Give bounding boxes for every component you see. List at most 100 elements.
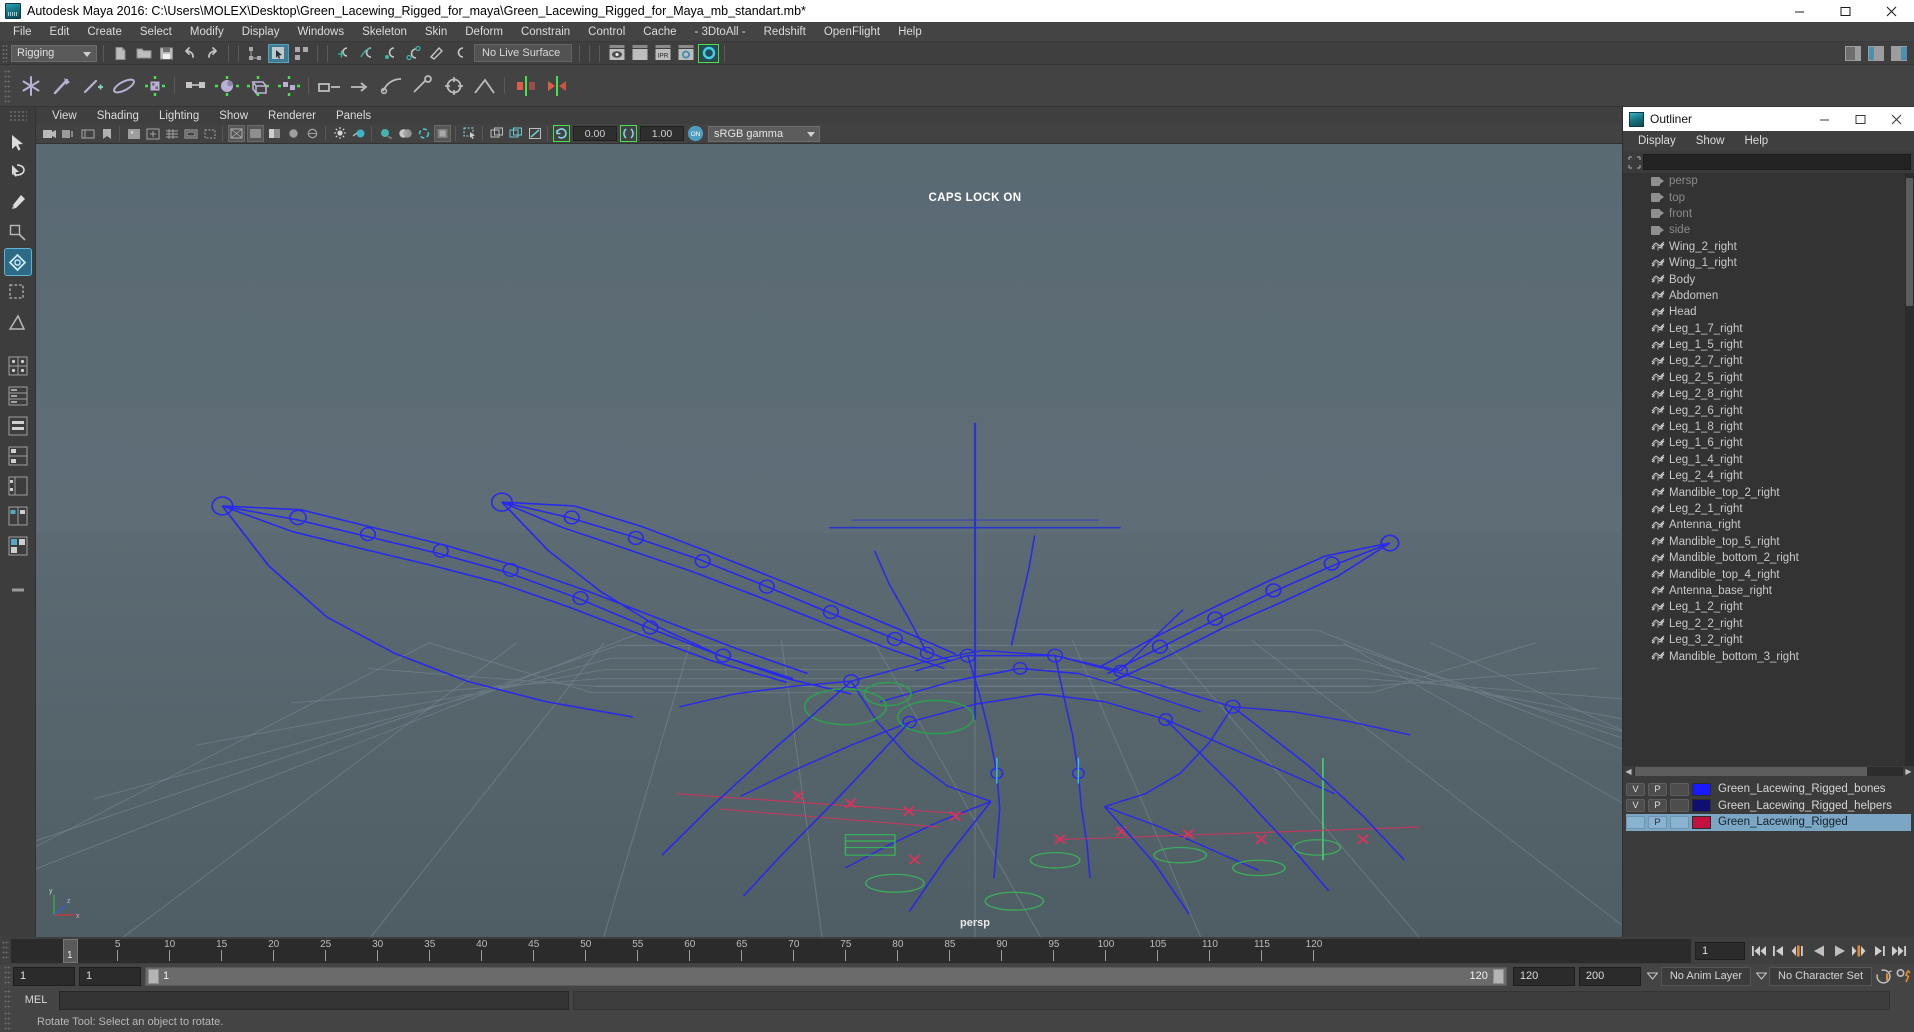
smooth-shade-selected-icon[interactable] bbox=[266, 125, 283, 142]
live-surface-field[interactable]: No Live Surface bbox=[474, 44, 572, 62]
select-object-button[interactable] bbox=[268, 43, 289, 63]
make-live-button[interactable] bbox=[449, 44, 470, 63]
menu-constrain[interactable]: Constrain bbox=[512, 22, 579, 42]
viewport-menu-renderer[interactable]: Renderer bbox=[258, 110, 326, 122]
animation-preferences-icon[interactable] bbox=[1894, 966, 1914, 986]
current-time-indicator[interactable]: 1 bbox=[63, 938, 78, 963]
step-back-frame-button[interactable] bbox=[1789, 941, 1809, 961]
shadows-icon[interactable] bbox=[377, 125, 394, 142]
exposure-reset-icon[interactable] bbox=[553, 125, 570, 142]
outliner-item[interactable]: Leg_2_2_right bbox=[1623, 616, 1914, 632]
outliner-item[interactable]: Leg_1_4_right bbox=[1623, 452, 1914, 468]
time-slider[interactable]: 1 5 10 15 20 25 30 35 40 45 50 55 60 65 70 75 80 85 90 95 1… bbox=[11, 938, 1691, 963]
outliner-item[interactable]: Leg_2_8_right bbox=[1623, 386, 1914, 402]
outliner-item[interactable]: Wing_2_right bbox=[1623, 239, 1914, 255]
color-management-selector[interactable]: sRGB gamma bbox=[708, 125, 820, 142]
snap-to-view-plane-button[interactable] bbox=[426, 44, 447, 63]
outliner-item[interactable]: Leg_1_8_right bbox=[1623, 419, 1914, 435]
outliner-item[interactable]: Mandible_top_5_right bbox=[1623, 534, 1914, 550]
show-tool-settings-button[interactable] bbox=[1865, 44, 1886, 63]
render-view-button[interactable] bbox=[606, 44, 627, 63]
viewport-menu-view[interactable]: View bbox=[42, 110, 87, 122]
layer-reference-toggle[interactable] bbox=[1670, 782, 1689, 796]
paint-skin-weights-button[interactable] bbox=[140, 71, 169, 101]
outliner-item[interactable]: Leg_1_5_right bbox=[1623, 337, 1914, 353]
step-back-key-button[interactable] bbox=[1769, 941, 1789, 961]
outliner-menu-help[interactable]: Help bbox=[1735, 135, 1779, 147]
grid-toggle-icon[interactable] bbox=[163, 125, 180, 142]
outliner-item[interactable]: Mandible_bottom_3_right bbox=[1623, 648, 1914, 664]
saved-layouts-button[interactable] bbox=[4, 532, 32, 560]
isolate-select-icon[interactable] bbox=[461, 125, 478, 142]
layer-color-swatch[interactable] bbox=[1692, 815, 1711, 829]
hscroll-track[interactable] bbox=[1634, 767, 1903, 776]
menu-file[interactable]: File bbox=[4, 22, 41, 42]
display-layer-row[interactable]: V P Green_Lacewing_Rigged_bones bbox=[1626, 781, 1911, 798]
menu-edit[interactable]: Edit bbox=[41, 22, 79, 42]
scroll-left-icon[interactable]: ◀ bbox=[1623, 766, 1634, 777]
range-slider-drag-handle[interactable] bbox=[4, 965, 11, 987]
menu-cache[interactable]: Cache bbox=[634, 22, 685, 42]
outliner-item[interactable]: Antenna_base_right bbox=[1623, 583, 1914, 599]
menu-redshift[interactable]: Redshift bbox=[755, 22, 815, 42]
current-time-field[interactable]: 1 bbox=[1695, 941, 1745, 960]
go-to-end-button[interactable] bbox=[1889, 941, 1909, 961]
exposure-field[interactable]: 0.00 bbox=[573, 126, 617, 141]
pole-vector-constraint-button[interactable] bbox=[470, 71, 499, 101]
lighting-default-icon[interactable] bbox=[331, 125, 348, 142]
viewport-menu-show[interactable]: Show bbox=[209, 110, 258, 122]
blend-shape-button[interactable] bbox=[212, 71, 241, 101]
bookmark-icon[interactable] bbox=[98, 125, 115, 142]
shelf-drag-handle[interactable] bbox=[4, 68, 11, 103]
scrollbar-thumb[interactable] bbox=[1906, 178, 1913, 306]
mirror-skin-weights-button[interactable] bbox=[542, 71, 571, 101]
lasso-tool-button[interactable] bbox=[4, 158, 32, 186]
character-set-chevron-down-icon[interactable] bbox=[1753, 967, 1769, 986]
outliner-search-input[interactable] bbox=[1643, 154, 1911, 170]
help-line-drag-handle[interactable] bbox=[4, 1011, 11, 1032]
paint-selection-tool-button[interactable] bbox=[4, 188, 32, 216]
outliner-item[interactable]: Mandible_top_4_right bbox=[1623, 566, 1914, 582]
search-filter-icon[interactable] bbox=[1626, 154, 1643, 171]
select-component-button[interactable] bbox=[291, 44, 312, 63]
command-input-field[interactable] bbox=[59, 990, 569, 1010]
outliner-vertical-scrollbar[interactable] bbox=[1905, 173, 1914, 766]
menu-create[interactable]: Create bbox=[78, 22, 131, 42]
outliner-item[interactable]: Leg_1_7_right bbox=[1623, 321, 1914, 337]
resolution-gate-icon[interactable] bbox=[201, 125, 218, 142]
layer-visibility-toggle[interactable] bbox=[1626, 815, 1645, 829]
maximize-icon[interactable] bbox=[1822, 0, 1868, 22]
two-d-pan-zoom-icon[interactable] bbox=[144, 125, 161, 142]
viewport-menu-lighting[interactable]: Lighting bbox=[149, 110, 209, 122]
step-forward-key-button[interactable] bbox=[1869, 941, 1889, 961]
menu-modify[interactable]: Modify bbox=[181, 22, 233, 42]
script-language-label[interactable]: MEL bbox=[13, 994, 59, 1006]
joint-tool-button[interactable] bbox=[16, 71, 45, 101]
outliner-item[interactable]: top bbox=[1623, 189, 1914, 205]
show-channel-box-button[interactable] bbox=[1888, 44, 1909, 63]
gamma-reset-icon[interactable] bbox=[620, 125, 637, 142]
outliner-item[interactable]: Head bbox=[1623, 304, 1914, 320]
outliner-item[interactable]: Leg_3_2_right bbox=[1623, 632, 1914, 648]
command-line-drag-handle[interactable] bbox=[4, 989, 11, 1011]
scale-tool-button[interactable] bbox=[4, 278, 32, 306]
menu-control[interactable]: Control bbox=[579, 22, 634, 42]
render-settings-button[interactable] bbox=[675, 44, 696, 63]
xray-active-components-icon[interactable] bbox=[526, 125, 543, 142]
outliner-item[interactable]: Wing_1_right bbox=[1623, 255, 1914, 271]
menu-select[interactable]: Select bbox=[131, 22, 181, 42]
smooth-bind-button[interactable] bbox=[109, 71, 138, 101]
menu-openflight[interactable]: OpenFlight bbox=[815, 22, 889, 42]
open-scene-button[interactable] bbox=[133, 44, 154, 63]
outliner-item[interactable]: Leg_2_5_right bbox=[1623, 370, 1914, 386]
toolbox-drag-handle[interactable] bbox=[8, 110, 27, 123]
viewport-menu-shading[interactable]: Shading bbox=[87, 110, 149, 122]
menu-skin[interactable]: Skin bbox=[416, 22, 456, 42]
wireframe-on-shaded-icon[interactable] bbox=[304, 125, 321, 142]
maximize-icon[interactable] bbox=[1842, 107, 1878, 131]
outliner-item[interactable]: persp bbox=[1623, 173, 1914, 189]
redo-button[interactable] bbox=[202, 44, 223, 63]
menu-windows[interactable]: Windows bbox=[288, 22, 353, 42]
toolbar-drag-handle[interactable] bbox=[2, 44, 8, 62]
timeline-drag-handle[interactable] bbox=[2, 939, 9, 962]
